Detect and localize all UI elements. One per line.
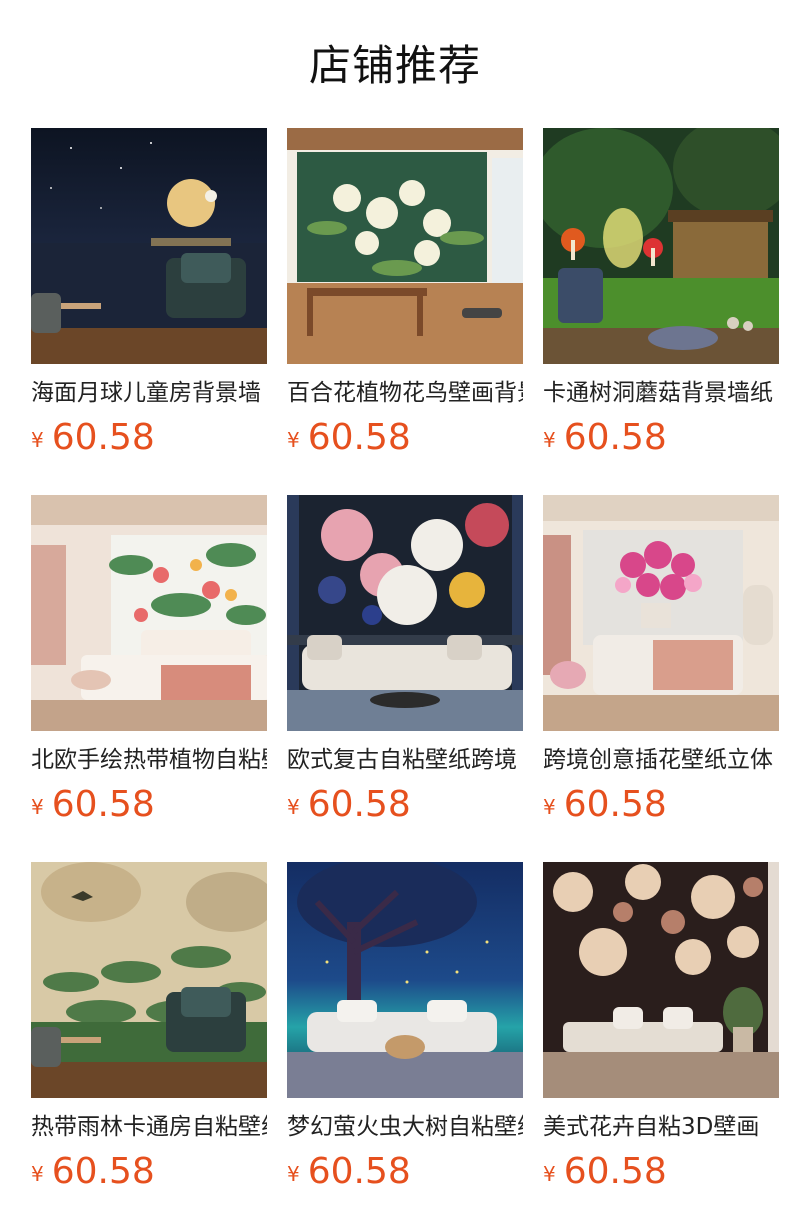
currency-symbol: ¥ xyxy=(31,795,44,819)
currency-symbol: ¥ xyxy=(31,1162,44,1186)
product-image[interactable] xyxy=(287,128,523,364)
price-value: 60.58 xyxy=(51,784,155,825)
product-image[interactable] xyxy=(31,495,267,731)
price-value: 60.58 xyxy=(563,417,667,458)
product-image[interactable] xyxy=(543,495,779,731)
product-price: ¥60.58 xyxy=(287,781,523,835)
currency-symbol: ¥ xyxy=(543,795,556,819)
product-card[interactable]: 北欧手绘热带植物自粘壁纸 ¥60.58 xyxy=(31,495,267,835)
currency-symbol: ¥ xyxy=(543,1162,556,1186)
currency-symbol: ¥ xyxy=(31,428,44,452)
product-price: ¥60.58 xyxy=(543,781,779,835)
product-price: ¥60.58 xyxy=(543,1148,779,1202)
price-value: 60.58 xyxy=(307,1151,411,1192)
product-name[interactable]: 跨境创意插花壁纸立体 xyxy=(543,743,779,777)
product-card[interactable]: 热带雨林卡通房自粘壁纸 ¥60.58 xyxy=(31,862,267,1202)
product-image[interactable] xyxy=(287,495,523,731)
currency-symbol: ¥ xyxy=(543,428,556,452)
product-name[interactable]: 热带雨林卡通房自粘壁纸 xyxy=(31,1110,267,1144)
product-price: ¥60.58 xyxy=(31,414,267,468)
product-name[interactable]: 北欧手绘热带植物自粘壁纸 xyxy=(31,743,267,777)
product-card[interactable]: 美式花卉自粘3D壁画 ¥60.58 xyxy=(543,862,779,1202)
currency-symbol: ¥ xyxy=(287,795,300,819)
price-value: 60.58 xyxy=(307,784,411,825)
product-card[interactable]: 百合花植物花鸟壁画背景墙 ¥60.58 xyxy=(287,128,523,468)
product-name[interactable]: 海面月球儿童房背景墙 xyxy=(31,376,267,410)
price-value: 60.58 xyxy=(307,417,411,458)
product-price: ¥60.58 xyxy=(31,1148,267,1202)
price-value: 60.58 xyxy=(51,417,155,458)
price-value: 60.58 xyxy=(563,784,667,825)
product-name[interactable]: 梦幻萤火虫大树自粘壁纸 xyxy=(287,1110,523,1144)
product-name[interactable]: 百合花植物花鸟壁画背景墙 xyxy=(287,376,523,410)
product-name[interactable]: 美式花卉自粘3D壁画 xyxy=(543,1110,779,1144)
currency-symbol: ¥ xyxy=(287,428,300,452)
product-image[interactable] xyxy=(31,128,267,364)
product-name[interactable]: 欧式复古自粘壁纸跨境 xyxy=(287,743,523,777)
product-image[interactable] xyxy=(287,862,523,1098)
product-image[interactable] xyxy=(543,862,779,1098)
price-value: 60.58 xyxy=(563,1151,667,1192)
product-card[interactable]: 欧式复古自粘壁纸跨境 ¥60.58 xyxy=(287,495,523,835)
product-price: ¥60.58 xyxy=(31,781,267,835)
product-price: ¥60.58 xyxy=(543,414,779,468)
product-card[interactable]: 梦幻萤火虫大树自粘壁纸 ¥60.58 xyxy=(287,862,523,1202)
product-card[interactable]: 卡通树洞蘑菇背景墙纸 ¥60.58 xyxy=(543,128,779,468)
price-value: 60.58 xyxy=(51,1151,155,1192)
product-card[interactable]: 海面月球儿童房背景墙 ¥60.58 xyxy=(31,128,267,468)
product-name[interactable]: 卡通树洞蘑菇背景墙纸 xyxy=(543,376,779,410)
product-image[interactable] xyxy=(31,862,267,1098)
currency-symbol: ¥ xyxy=(287,1162,300,1186)
product-image[interactable] xyxy=(543,128,779,364)
product-price: ¥60.58 xyxy=(287,414,523,468)
product-price: ¥60.58 xyxy=(287,1148,523,1202)
shop-recommend-title: 店铺推荐 xyxy=(308,41,481,90)
product-card[interactable]: 跨境创意插花壁纸立体 ¥60.58 xyxy=(543,495,779,835)
